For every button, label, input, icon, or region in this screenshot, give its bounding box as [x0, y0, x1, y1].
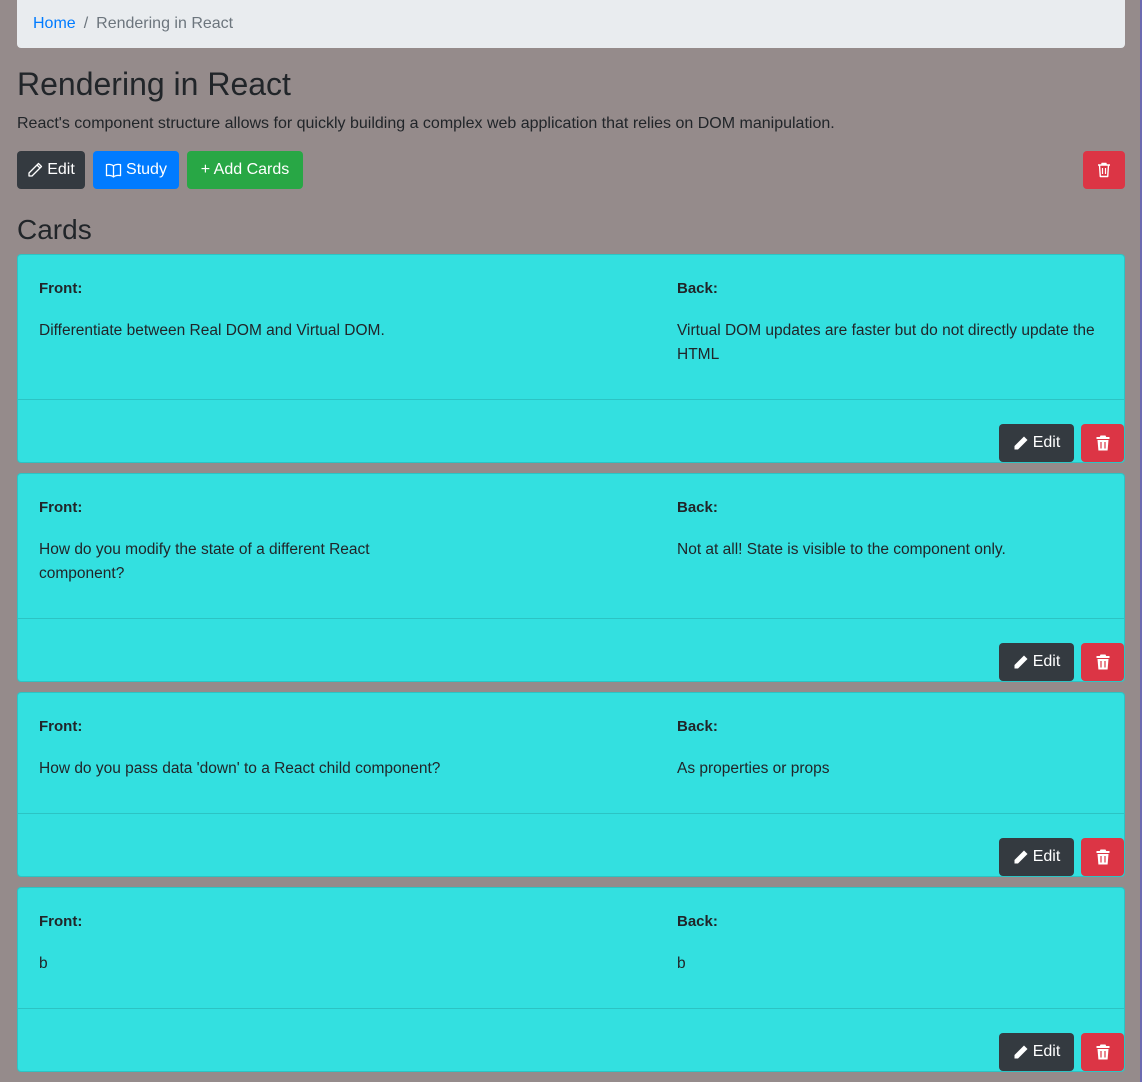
trash-icon	[1097, 162, 1111, 178]
front-text: Differentiate between Real DOM and Virtu…	[39, 322, 385, 339]
flashcard: Front: Differentiate between Real DOM an…	[17, 254, 1125, 463]
card-back: Back: Not at all! State is visible to th…	[677, 498, 1097, 562]
card-back: Back: As properties or props	[677, 717, 1097, 781]
edit-card-label: Edit	[1032, 1043, 1061, 1060]
back-text: b	[677, 955, 686, 972]
breadcrumb: Home / Rendering in React	[17, 0, 1125, 48]
edit-card-button[interactable]: Edit	[999, 424, 1074, 462]
card-front: Front: How do you modify the state of a …	[39, 498, 439, 586]
front-text: How do you pass data 'down' to a React c…	[39, 760, 441, 777]
delete-card-button[interactable]	[1081, 838, 1124, 876]
breadcrumb-current: Rendering in React	[96, 15, 234, 32]
front-label: Front:	[39, 718, 83, 735]
back-label: Back:	[677, 718, 718, 735]
edit-card-button[interactable]: Edit	[999, 838, 1074, 876]
add-cards-button[interactable]: + Add Cards	[187, 151, 303, 189]
flashcard: Front: How do you pass data 'down' to a …	[17, 692, 1125, 877]
pencil-icon	[1013, 654, 1029, 670]
edit-card-label: Edit	[1032, 848, 1061, 865]
edit-card-label: Edit	[1032, 434, 1061, 451]
study-button[interactable]: Study	[93, 151, 179, 189]
flashcard: Front: b Back: b Edit	[17, 887, 1125, 1072]
back-label: Back:	[677, 913, 718, 930]
front-label: Front:	[39, 913, 83, 930]
back-text: As properties or props	[677, 760, 830, 777]
breadcrumb-separator: /	[83, 15, 89, 32]
front-text: b	[39, 955, 48, 972]
trash-icon	[1096, 849, 1110, 865]
cards-heading: Cards	[17, 214, 92, 245]
back-text: Not at all! State is visible to the comp…	[677, 541, 1006, 558]
back-label: Back:	[677, 280, 718, 297]
deck-description: React's component structure allows for q…	[17, 115, 835, 132]
trash-icon	[1096, 1044, 1110, 1060]
deck-title: Rendering in React	[17, 66, 291, 102]
card-back: Back: Virtual DOM updates are faster but…	[677, 279, 1097, 367]
front-text: How do you modify the state of a differe…	[39, 541, 370, 582]
flashcard: Front: How do you modify the state of a …	[17, 473, 1125, 682]
trash-icon	[1096, 654, 1110, 670]
edit-card-button[interactable]: Edit	[999, 643, 1074, 681]
front-label: Front:	[39, 280, 83, 297]
delete-card-button[interactable]	[1081, 1033, 1124, 1071]
edit-deck-button[interactable]: Edit	[17, 151, 85, 189]
delete-card-button[interactable]	[1081, 643, 1124, 681]
pencil-icon	[1013, 849, 1029, 865]
card-footer: Edit	[18, 618, 1124, 681]
pencil-icon	[27, 162, 43, 178]
trash-icon	[1096, 435, 1110, 451]
breadcrumb-home-link[interactable]: Home	[33, 15, 76, 33]
card-footer: Edit	[18, 813, 1124, 876]
edit-card-label: Edit	[1032, 653, 1061, 670]
back-label: Back:	[677, 499, 718, 516]
card-footer: Edit	[18, 1008, 1124, 1071]
book-icon	[105, 163, 122, 178]
delete-deck-button[interactable]	[1083, 151, 1125, 189]
pencil-icon	[1013, 1044, 1029, 1060]
card-back: Back: b	[677, 912, 1097, 976]
edit-deck-label: Edit	[47, 161, 75, 178]
card-front: Front: How do you pass data 'down' to a …	[39, 717, 499, 781]
delete-card-button[interactable]	[1081, 424, 1124, 462]
card-footer: Edit	[18, 399, 1124, 462]
card-front: Front: Differentiate between Real DOM an…	[39, 279, 439, 343]
pencil-icon	[1013, 435, 1029, 451]
add-cards-label: + Add Cards	[200, 161, 290, 178]
card-front: Front: b	[39, 912, 439, 976]
study-label: Study	[126, 161, 167, 178]
edit-card-button[interactable]: Edit	[999, 1033, 1074, 1071]
front-label: Front:	[39, 499, 83, 516]
back-text: Virtual DOM updates are faster but do no…	[677, 322, 1095, 363]
